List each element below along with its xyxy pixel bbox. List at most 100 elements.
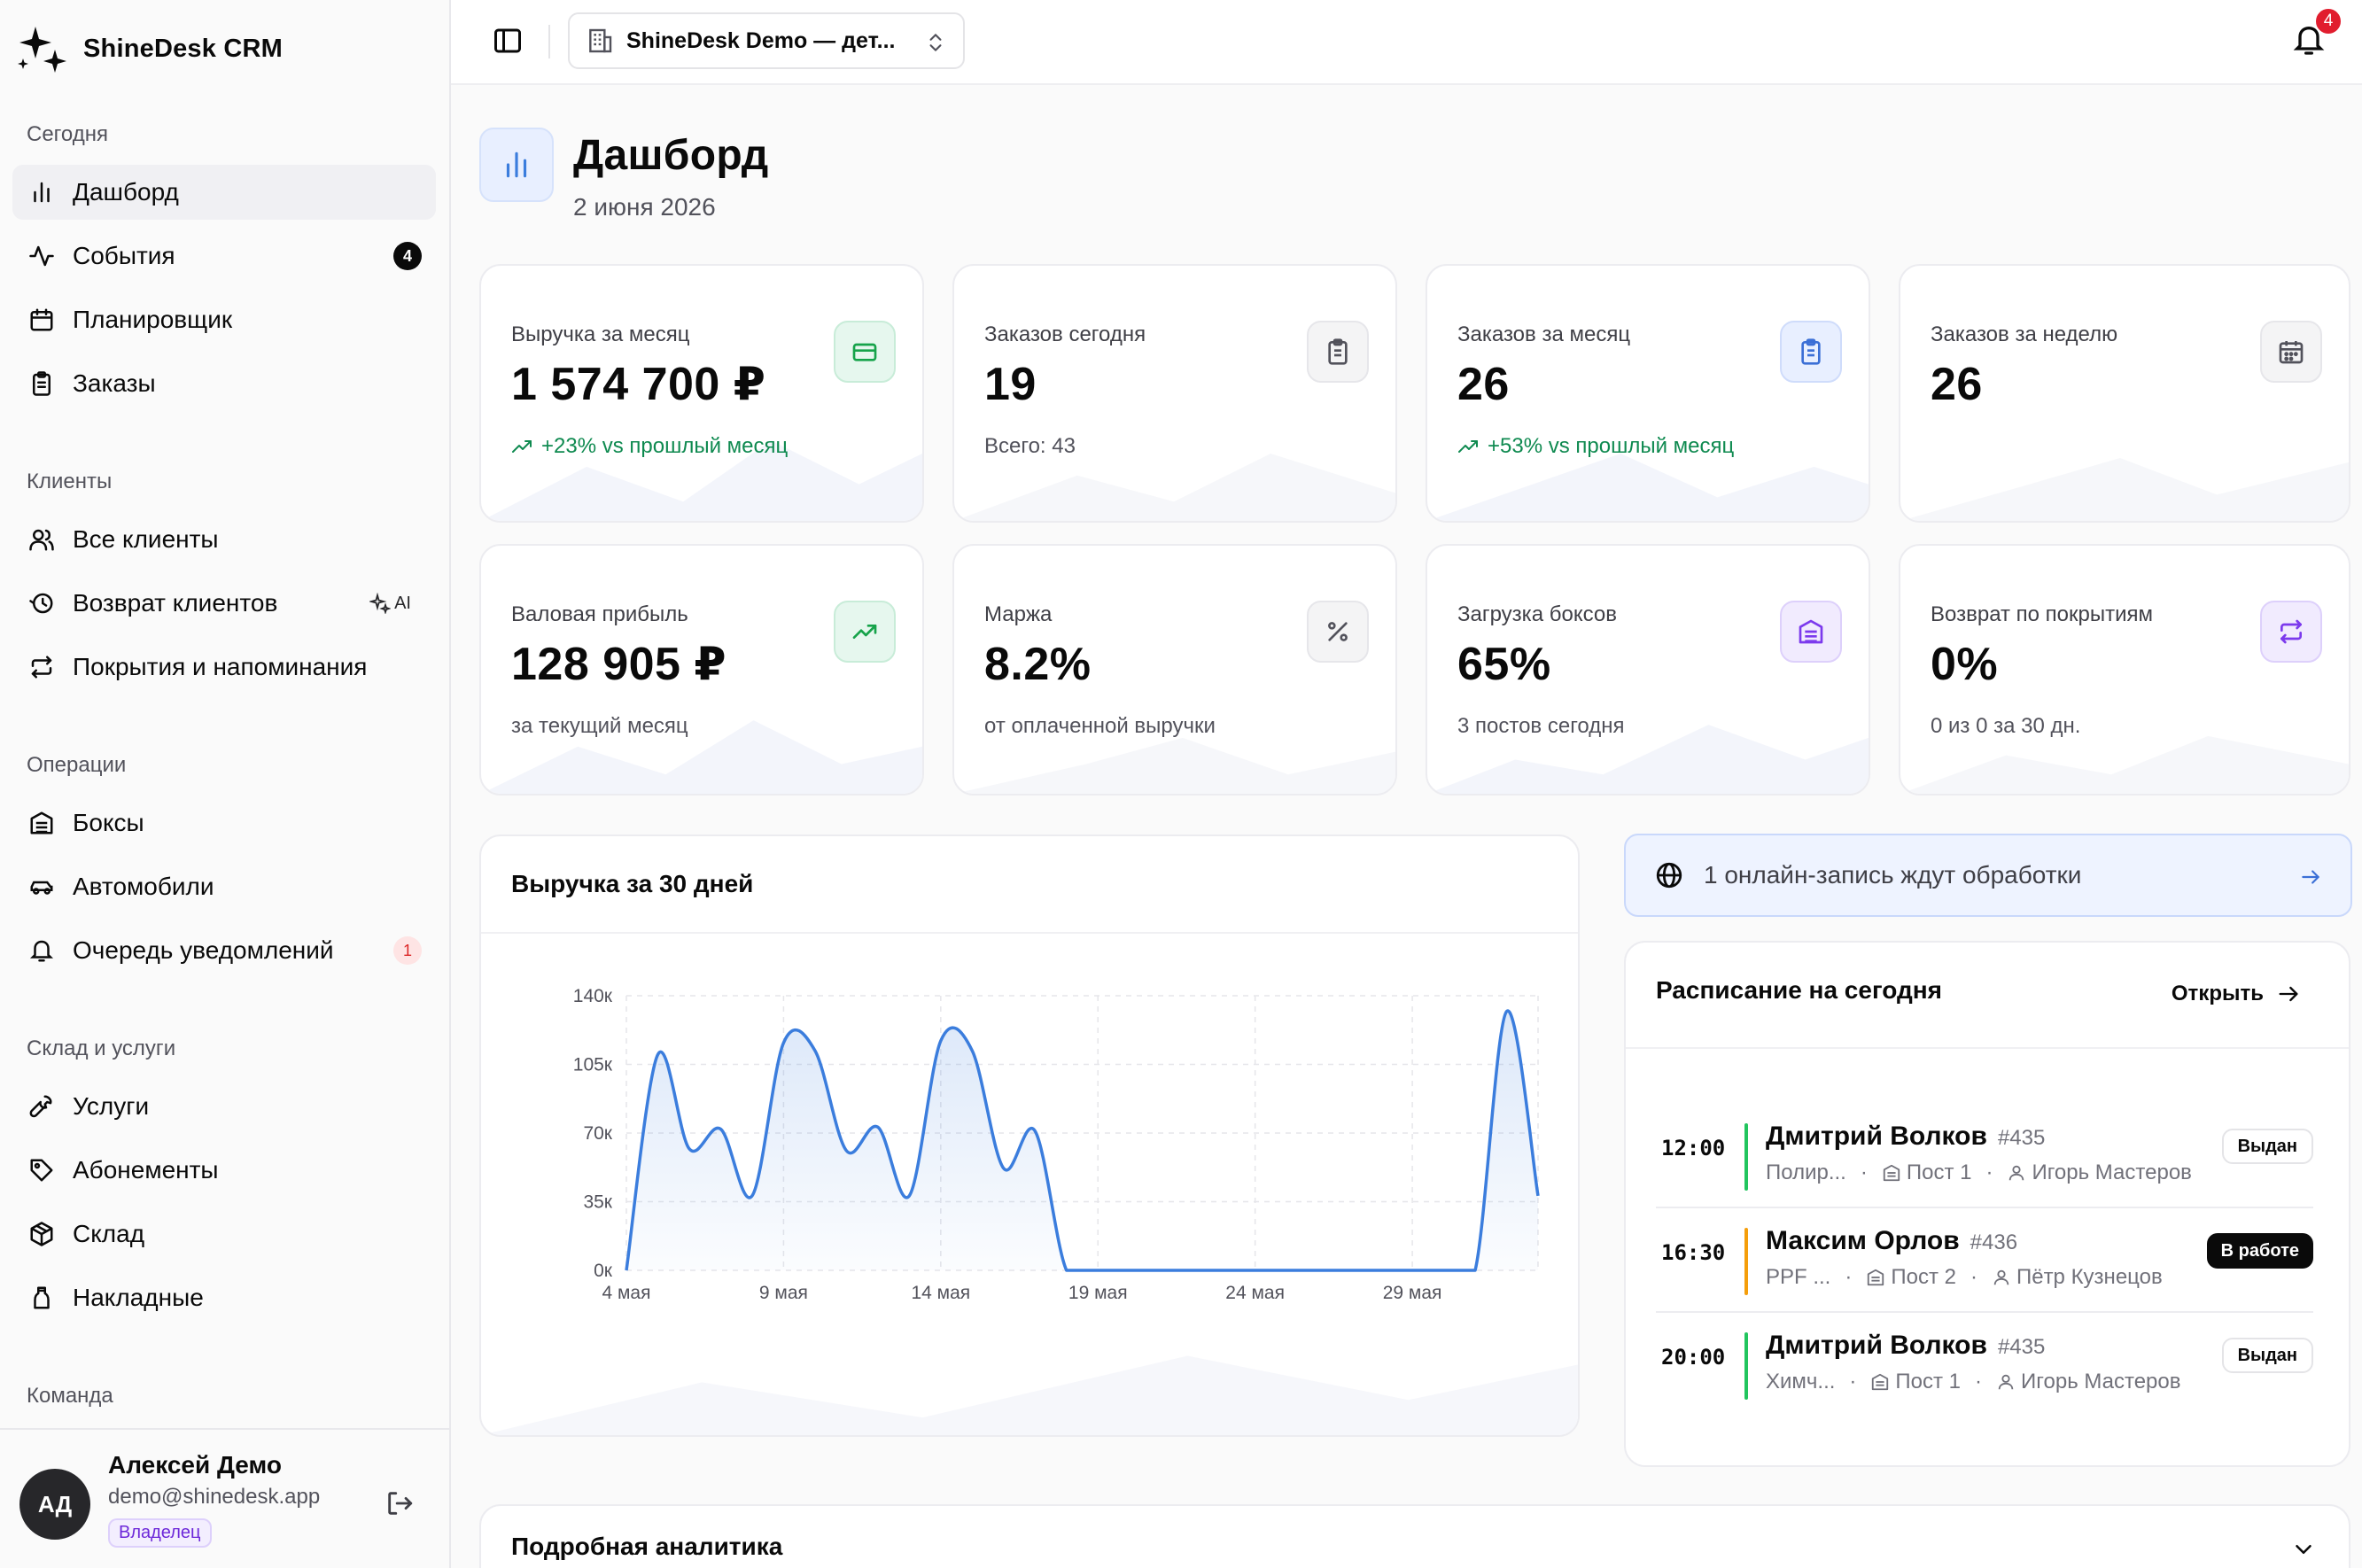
user-icon — [2009, 1165, 2024, 1181]
page-icon — [479, 128, 554, 202]
schedule-slot[interactable]: 20:00 Дмитрий Волков #435 Химч... · Пост … — [1656, 1313, 2313, 1417]
sidebar-toggle-icon[interactable] — [492, 25, 524, 57]
revenue-chart: 0к 35к 70к 105к 140к 4 мая 9 мая 14 мая 19 мая 24… — [573, 986, 1540, 1303]
kpi-value: 128 905 ₽ — [511, 639, 727, 690]
chart-y-tick-label: 140к — [573, 986, 613, 1006]
chart-x-tick-label: 19 мая — [1068, 1283, 1128, 1303]
slot-client-name: Дмитрий Волков — [1766, 1122, 1987, 1151]
warehouse-icon — [1872, 1373, 1889, 1391]
sidebar-item-services[interactable]: Услуги — [12, 1079, 436, 1134]
chart-title: Выручка за 30 дней — [511, 870, 754, 897]
trending-up-icon — [1458, 440, 1478, 453]
sidebar-item-orders[interactable]: Заказы — [12, 356, 436, 411]
kpi-icon-box — [1780, 321, 1842, 383]
online-booking-banner[interactable]: 1 онлайн-запись ждут обработки — [1624, 834, 2352, 917]
slot-meta: Полир... · Пост 1 · Игорь Мастеров — [1766, 1160, 2192, 1184]
user-icon — [1998, 1374, 2014, 1390]
kpi-label: Загрузка боксов — [1457, 602, 1617, 626]
sidebar-item-subscriptions[interactable]: Абонементы — [12, 1143, 436, 1198]
tag-icon — [27, 1155, 57, 1185]
schedule-slot[interactable]: 16:30 Максим Орлов #436 PPF ... · Пост 2 … — [1656, 1208, 2313, 1313]
sidebar-item-events[interactable]: События 4 — [12, 229, 436, 283]
tenant-select[interactable]: ShineDesk Demo — дет... — [568, 12, 965, 69]
trending-up-icon — [852, 625, 877, 639]
schedule-card: Расписание на сегодня Открыть 12:00 Дмит… — [1624, 941, 2350, 1467]
slot-status-bar — [1744, 1123, 1748, 1191]
detailed-analytics-section[interactable]: Подробная аналитика — [479, 1504, 2350, 1568]
car-icon — [27, 872, 57, 902]
slot-status-bar — [1744, 1228, 1748, 1295]
warehouse-icon — [1799, 619, 1823, 644]
clipboard-icon — [27, 369, 57, 399]
kpi-sub-text: 3 постов сегодня — [1457, 714, 1625, 738]
logout-icon[interactable] — [385, 1488, 415, 1518]
sidebar-item-invoices[interactable]: Накладные — [12, 1270, 436, 1325]
kpi-trend: +23% vs прошлый месяц — [511, 434, 788, 459]
sidebar-item-label: Услуги — [73, 1092, 150, 1120]
slot-meta: PPF ... · Пост 2 · Пётр Кузнецов — [1766, 1265, 2163, 1289]
slot-service: PPF ... — [1766, 1265, 1831, 1289]
chart-y-tick-label: 70к — [583, 1123, 612, 1144]
sidebar-item-label: Боксы — [73, 809, 144, 836]
nav-section-operations: Операции — [27, 753, 127, 777]
page-title: Дашборд — [573, 132, 769, 179]
schedule-header-divider — [1626, 1047, 2349, 1049]
kpi-card-margin: Маржа 8.2% от оплаченной выручки — [952, 544, 1397, 796]
wrench-icon — [27, 1091, 57, 1122]
schedule-open-button[interactable]: Открыть — [2172, 982, 2301, 1006]
brand-name: ShineDesk CRM — [83, 34, 283, 63]
slot-client: Максим Орлов #436 — [1766, 1226, 2017, 1256]
analytics-title: Подробная аналитика — [511, 1533, 783, 1560]
sidebar-item-planner[interactable]: Планировщик — [12, 292, 436, 347]
sidebar-item-warehouse[interactable]: Склад — [12, 1207, 436, 1261]
kpi-card-coverage-return: Возврат по покрытиям 0% 0 из 0 за 30 дн. — [1899, 544, 2350, 796]
open-label: Открыть — [2171, 982, 2264, 1005]
chart-y-tick-label: 35к — [583, 1192, 612, 1213]
schedule-slot[interactable]: 12:00 Дмитрий Волков #435 Полир... · Пост… — [1656, 1104, 2313, 1208]
kpi-sub-text: +53% vs прошлый месяц — [1488, 434, 1735, 458]
warehouse-icon — [1868, 1269, 1884, 1286]
kpi-icon-box — [2260, 321, 2322, 383]
brand[interactable]: ShineDesk CRM — [16, 23, 283, 74]
warehouse-icon — [27, 808, 57, 838]
repeat-icon — [2280, 619, 2302, 644]
calendar-icon — [27, 305, 57, 335]
banner-text: 1 онлайн-запись ждут обработки — [1704, 861, 2082, 889]
sparkles-icon — [18, 27, 66, 73]
sidebar-item-boxes[interactable]: Боксы — [12, 796, 436, 850]
chart-x-tick-label: 4 мая — [602, 1283, 650, 1303]
slot-time: 20:00 — [1661, 1345, 1726, 1370]
slot-post: Пост 1 — [1895, 1370, 1962, 1393]
sidebar-item-cars[interactable]: Автомобили — [12, 859, 436, 914]
schedule-title: Расписание на сегодня — [1656, 976, 1942, 1004]
chart-x-tick-label: 24 мая — [1225, 1283, 1285, 1303]
kpi-sub-text: от оплаченной выручки — [984, 714, 1216, 738]
user-panel: АД Алексей Демо demo@shinedesk.app Владе… — [0, 1428, 449, 1568]
sidebar-item-client-return[interactable]: Возврат клиентов AI — [12, 576, 436, 631]
clipboard-icon — [1328, 338, 1348, 365]
sidebar-item-label: Планировщик — [73, 306, 233, 333]
sidebar-item-all-clients[interactable]: Все клиенты — [12, 512, 436, 567]
chevrons-up-down-icon — [929, 34, 942, 51]
revenue-chart-card: Выручка за 30 дней 0к 35к 70к 105к 140к 4 мая… — [479, 834, 1580, 1437]
kpi-value: 26 — [1931, 359, 1983, 410]
sidebar-item-dashboard[interactable]: Дашборд — [12, 165, 436, 220]
slot-client: Дмитрий Волков #435 — [1766, 1331, 2045, 1361]
kpi-sub-text: +23% vs прошлый месяц — [541, 434, 789, 458]
kpi-value: 19 — [984, 359, 1037, 410]
sidebar-item-coverages[interactable]: Покрытия и напоминания — [12, 640, 436, 695]
kpi-icon-box — [834, 321, 896, 383]
sidebar-item-notification-queue[interactable]: Очередь уведомлений 1 — [12, 923, 436, 978]
user-role-badge: Владелец — [108, 1518, 212, 1548]
kpi-value: 1 574 700 ₽ — [511, 359, 766, 410]
avatar[interactable]: АД — [19, 1469, 90, 1540]
kpi-card-box-load: Загрузка боксов 65% 3 постов сегодня — [1426, 544, 1870, 796]
bell-icon — [27, 935, 57, 966]
slot-client-name: Дмитрий Волков — [1766, 1331, 1987, 1360]
kpi-card-orders-week: Заказов за неделю 26 — [1899, 264, 2350, 523]
slot-client-name: Максим Орлов — [1766, 1226, 1960, 1255]
trending-up-icon — [512, 440, 532, 453]
warehouse-icon — [1883, 1164, 1900, 1182]
kpi-card-gross-profit: Валовая прибыль 128 905 ₽ за текущий мес… — [479, 544, 924, 796]
status-badge: Выдан — [2221, 1338, 2313, 1373]
